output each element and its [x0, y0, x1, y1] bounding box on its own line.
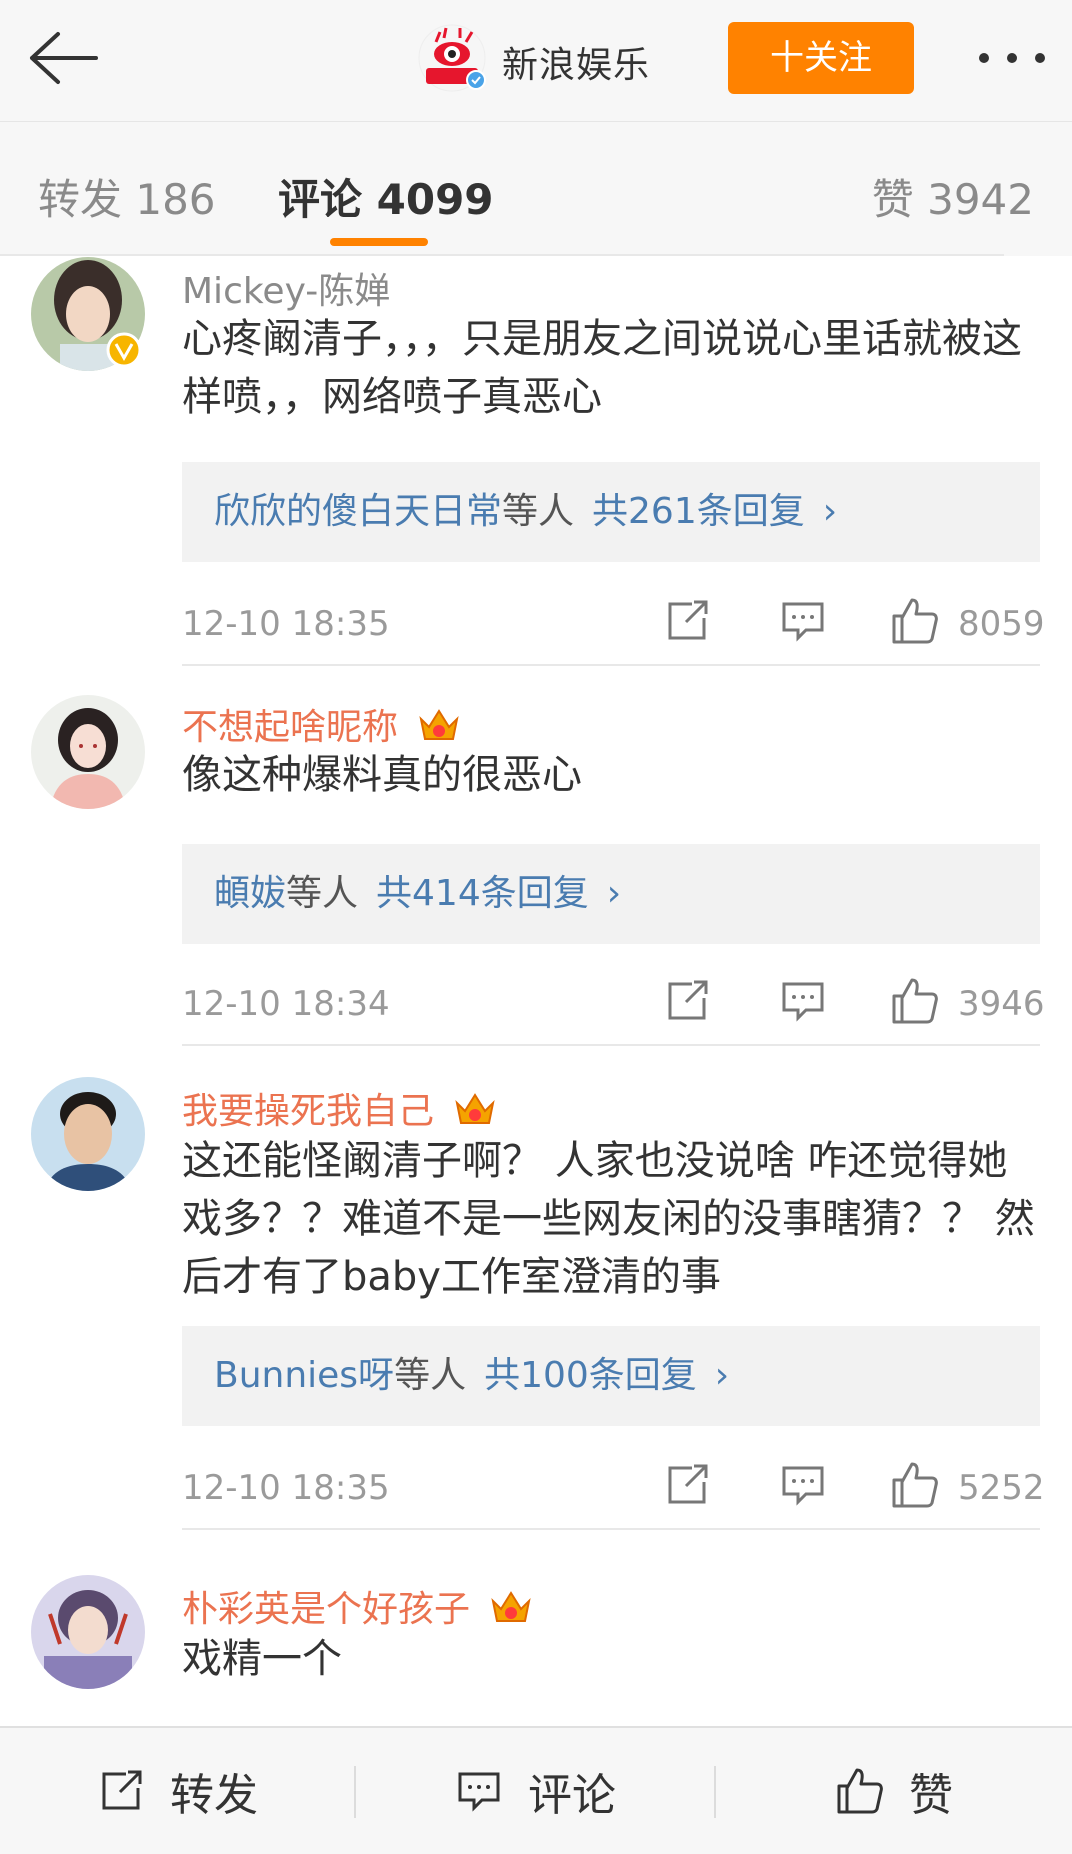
comment-text: 戏精一个 [182, 1636, 342, 1682]
repost-button[interactable]: 转发 [0, 1728, 354, 1854]
username-text: 我要操死我自己 [182, 1091, 435, 1132]
divider [182, 664, 1040, 666]
vip-crown-icon [491, 1591, 532, 1622]
thumbs-up-icon [837, 1768, 883, 1814]
comment-username[interactable]: 不想起啥昵称 [182, 698, 461, 750]
account-name[interactable]: 新浪娱乐 [502, 36, 650, 88]
replies-summary[interactable]: 欣欣的傻白天日常等人 共261条回复 › [182, 462, 1040, 562]
comment-time: 12-10 18:35 [182, 604, 390, 644]
reply-suffix: 等人 [286, 873, 359, 914]
chevron-right-icon: › [822, 491, 838, 532]
thumbs-up-icon[interactable] [890, 1460, 940, 1510]
back-arrow-icon[interactable] [22, 26, 102, 90]
reply-count: 共100条回复 [484, 1355, 697, 1396]
like-count: 8059 [958, 604, 1045, 644]
like-label: 赞 [909, 1770, 953, 1821]
username-text: 不想起啥昵称 [182, 707, 399, 748]
reply-suffix: 等人 [394, 1355, 467, 1396]
reply-users: Bunnies呀 [214, 1355, 395, 1396]
more-dots-icon[interactable] [972, 30, 1052, 86]
username-text: 朴彩英是个好孩子 [182, 1589, 471, 1630]
like-count: 5252 [958, 1468, 1045, 1508]
tab-repost[interactable]: 转发 186 [38, 166, 216, 227]
like-count: 3946 [958, 984, 1045, 1024]
share-icon[interactable] [662, 976, 712, 1026]
account-avatar[interactable] [418, 24, 486, 92]
vip-crown-icon [455, 1093, 496, 1124]
comment-icon[interactable] [778, 1460, 828, 1510]
comment-time: 12-10 18:35 [182, 1468, 390, 1508]
avatar[interactable] [30, 694, 146, 810]
thumbs-up-icon[interactable] [890, 976, 940, 1026]
chevron-right-icon: › [606, 873, 622, 914]
reply-count: 共261条回复 [592, 491, 805, 532]
comment-username[interactable]: Mickey-陈婵 [182, 262, 390, 314]
tab-comment[interactable]: 评论 4099 [278, 166, 494, 227]
vip-crown-icon [419, 709, 460, 740]
reply-count: 共414条回复 [376, 873, 589, 914]
tab-bar: 转发 186 评论 4099 赞 3942 [0, 122, 1072, 256]
comment-meta: 12-10 18:34 3946 [182, 976, 1045, 1032]
comment-button[interactable]: 评论 [356, 1728, 714, 1854]
comment-icon [458, 1772, 500, 1812]
reply-users: 欣欣的傻白天日常 [214, 491, 503, 532]
comment-label: 评论 [528, 1770, 616, 1821]
comment-text: 心疼阚清子，，，只是朋友之间说说心里话就被这样喷，，网络喷子真恶心 [182, 316, 1022, 420]
thumbs-up-icon[interactable] [890, 596, 940, 646]
comment-icon[interactable] [778, 976, 828, 1026]
like-button[interactable]: 赞 [716, 1728, 1072, 1854]
avatar[interactable] [30, 1076, 146, 1192]
comment-time: 12-10 18:34 [182, 984, 390, 1024]
tab-like[interactable]: 赞 3942 [872, 166, 1034, 227]
avatar[interactable] [30, 256, 146, 372]
comment-icon[interactable] [778, 596, 828, 646]
replies-summary[interactable]: 頔妭等人 共414条回复 › [182, 844, 1040, 944]
comment-meta: 12-10 18:35 8059 [182, 596, 1045, 652]
divider [182, 1044, 1040, 1046]
share-icon [102, 1770, 142, 1810]
reply-users: 頔妭 [214, 873, 287, 914]
repost-label: 转发 [170, 1770, 258, 1821]
avatar[interactable] [30, 1574, 146, 1690]
comment-meta: 12-10 18:35 5252 [182, 1460, 1045, 1516]
reply-suffix: 等人 [502, 491, 575, 532]
divider [182, 1528, 1040, 1530]
follow-button[interactable]: 十关注 [728, 22, 914, 94]
comment-text: 像这种爆料真的很恶心 [182, 752, 582, 798]
comment-text: 这还能怪阚清子啊？ 人家也没说啥 咋还觉得她戏多？？难道不是一些网友闲的没事瞎猜… [182, 1138, 1035, 1300]
top-bar: 新浪娱乐 十关注 [0, 0, 1072, 122]
active-tab-indicator [330, 238, 428, 246]
share-icon[interactable] [662, 1460, 712, 1510]
replies-summary[interactable]: Bunnies呀等人 共100条回复 › [182, 1326, 1040, 1426]
comment-username[interactable]: 我要操死我自己 [182, 1082, 497, 1134]
bottom-action-bar: 转发 评论 赞 [0, 1726, 1072, 1854]
chevron-right-icon: › [714, 1355, 730, 1396]
comment-username[interactable]: 朴彩英是个好孩子 [182, 1580, 533, 1632]
divider [0, 254, 1004, 256]
share-icon[interactable] [662, 596, 712, 646]
